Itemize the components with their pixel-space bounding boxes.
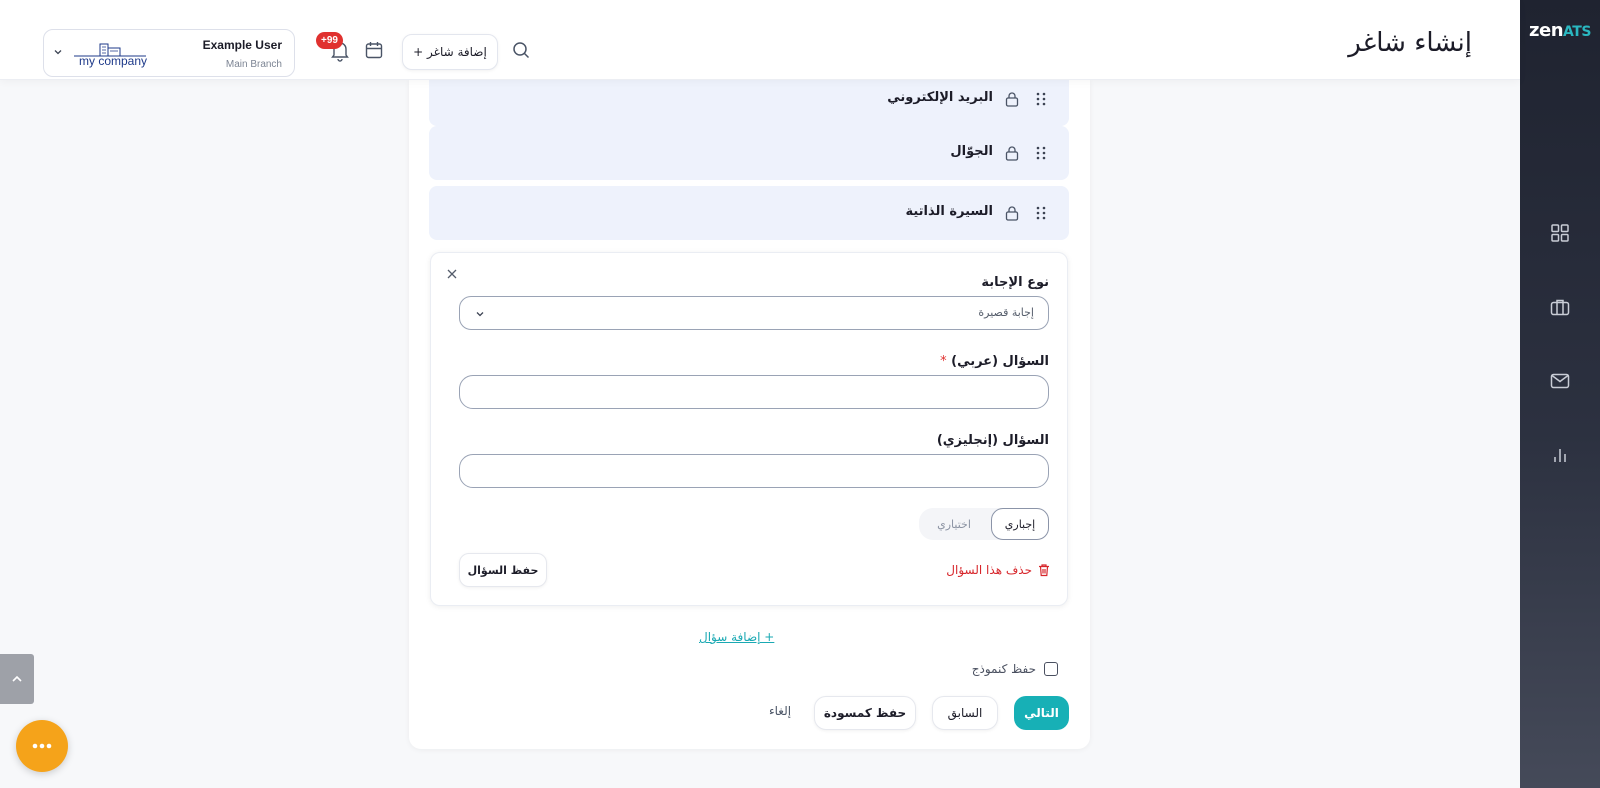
save-as-template-label: حفظ كنموذج bbox=[971, 662, 1036, 676]
page-title: إنشاء شاغر bbox=[1348, 28, 1472, 58]
next-button[interactable]: التالي bbox=[1014, 696, 1069, 730]
account-switcher[interactable]: my company Example User Main Branch bbox=[43, 29, 295, 77]
drag-handle-icon[interactable] bbox=[1035, 206, 1047, 220]
close-icon[interactable] bbox=[443, 265, 461, 283]
field-row-email: البريد الإلكتروني bbox=[429, 72, 1069, 126]
scroll-to-top-button[interactable] bbox=[0, 654, 34, 704]
field-label: السيرة الذاتية bbox=[905, 204, 993, 219]
cancel-button[interactable]: إلغاء bbox=[769, 704, 791, 718]
notification-badge: +99 bbox=[316, 32, 343, 49]
add-question-link[interactable]: + إضافة سؤال bbox=[699, 630, 774, 644]
chevron-down-icon bbox=[476, 312, 484, 317]
question-ar-input[interactable] bbox=[459, 375, 1049, 409]
save-as-template-option[interactable]: حفظ كنموذج bbox=[972, 662, 1058, 676]
trash-icon bbox=[1039, 564, 1049, 577]
app-logo[interactable]: zenATS bbox=[1520, 20, 1600, 41]
field-row-mobile: الجوّال bbox=[429, 126, 1069, 180]
sidebar: zenATS bbox=[1520, 0, 1600, 788]
form-card: البريد الإلكتروني الجوّال السيرة الذاتية… bbox=[409, 72, 1090, 749]
save-question-button[interactable]: حفظ السؤال bbox=[459, 553, 547, 587]
more-dots-icon bbox=[32, 743, 52, 749]
briefcase-icon[interactable] bbox=[1549, 296, 1571, 318]
chat-fab-button[interactable] bbox=[16, 720, 68, 772]
chevron-up-icon bbox=[12, 675, 22, 682]
answer-type-value: إجابة قصيرة bbox=[978, 306, 1034, 319]
dashboard-grid-icon[interactable] bbox=[1549, 222, 1571, 244]
question-en-label: السؤال (إنجليزي) bbox=[936, 433, 1049, 448]
question-ar-label-text: السؤال (عربي) bbox=[951, 354, 1049, 369]
required-toggle[interactable]: إجباري اختياري bbox=[919, 508, 1049, 540]
add-job-button[interactable]: + إضافة شاغر bbox=[402, 34, 498, 70]
drag-handle-icon[interactable] bbox=[1035, 92, 1047, 106]
calendar-icon[interactable] bbox=[364, 40, 384, 60]
save-draft-button[interactable]: حفظ كمسودة bbox=[814, 696, 916, 730]
company-name: my company bbox=[78, 54, 148, 68]
field-label: الجوّال bbox=[950, 144, 993, 159]
logo-main-text: zen bbox=[1529, 20, 1564, 41]
lock-icon bbox=[1005, 146, 1019, 161]
bar-chart-icon[interactable] bbox=[1549, 444, 1571, 466]
mail-icon[interactable] bbox=[1549, 370, 1571, 392]
lock-icon bbox=[1005, 206, 1019, 221]
question-ar-label: السؤال (عربي) * bbox=[940, 354, 1049, 369]
required-mark: * bbox=[940, 354, 947, 369]
answer-type-select[interactable]: إجابة قصيرة bbox=[459, 296, 1049, 330]
chevron-down-icon bbox=[54, 50, 62, 55]
question-editor: نوع الإجابة إجابة قصيرة السؤال (عربي) * … bbox=[430, 252, 1068, 606]
logo-accent-text: ATS bbox=[1563, 24, 1591, 40]
toggle-required-option[interactable]: إجباري bbox=[991, 508, 1049, 540]
answer-type-label: نوع الإجابة bbox=[981, 275, 1049, 290]
question-en-input[interactable] bbox=[459, 454, 1049, 488]
toggle-optional-option[interactable]: اختياري bbox=[923, 508, 985, 540]
lock-icon bbox=[1005, 92, 1019, 107]
field-label: البريد الإلكتروني bbox=[887, 90, 993, 105]
drag-handle-icon[interactable] bbox=[1035, 146, 1047, 160]
save-as-template-checkbox[interactable] bbox=[1044, 662, 1058, 676]
previous-button[interactable]: السابق bbox=[932, 696, 998, 730]
search-icon[interactable] bbox=[511, 40, 531, 60]
delete-question-button[interactable]: حذف هذا السؤال bbox=[946, 563, 1051, 577]
top-header: إنشاء شاغر my company Example User Main … bbox=[0, 0, 1520, 80]
user-name: Example User bbox=[202, 38, 282, 52]
delete-question-label: حذف هذا السؤال bbox=[946, 563, 1032, 577]
branch-name: Main Branch bbox=[225, 59, 282, 70]
field-row-cv: السيرة الذاتية bbox=[429, 186, 1069, 240]
